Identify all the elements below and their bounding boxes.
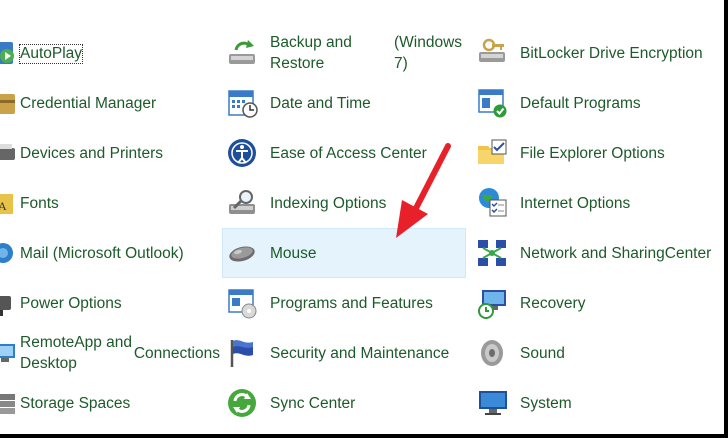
system-icon [479,391,507,415]
item-label: Security and Maintenance [270,344,450,362]
item-label: Devices and Printers [20,144,164,162]
focus-rectangle [19,44,83,64]
power-options-icon [0,296,11,316]
item-label: Credential Manager [20,94,157,112]
fonts-icon: A [0,194,13,214]
remoteapp-icon [0,344,15,362]
credential-manager-icon [0,94,15,114]
autoplay-icon [0,42,14,64]
item-label: Internet Options [520,194,631,212]
item-label: RemoteApp and Desktop Connections [20,334,220,372]
item-label: Programs and Features [270,294,433,312]
internet-options-icon [479,188,507,217]
item-label: Date and Time [270,94,371,112]
item-label: Fonts [20,194,59,212]
item-label: Recovery [520,294,586,312]
ease-of-access-icon [228,139,256,167]
backup-restore-icon [229,40,255,64]
mail-icon [0,243,13,263]
item-label: Backup and Restore (Windows 7) [270,34,463,72]
mouse-icon [229,246,255,262]
devices-printers-icon [0,144,15,160]
bitlocker-icon [479,38,505,62]
item-label: Storage Spaces [20,394,131,412]
network-sharing-icon [478,240,506,266]
default-programs-icon [478,89,507,118]
recovery-icon [478,290,506,319]
item-label: File Explorer Options [520,144,665,162]
item-label: Default Programs [520,94,641,112]
date-time-icon [228,90,258,118]
indexing-options-icon [229,190,255,214]
sound-icon [481,340,503,366]
item-label: Power Options [20,294,122,312]
file-explorer-options-icon [478,139,507,164]
item-label: BitLocker Drive Encryption [520,44,703,62]
svg-text:A: A [0,199,7,213]
item-label: System [520,394,572,412]
item-label: Sound [520,344,565,362]
sync-center-icon [228,389,256,417]
item-label: Mail (Microsoft Outlook) [20,244,184,262]
red-arrow-annotation [396,143,451,238]
programs-features-icon [228,289,257,319]
item-label: Sync Center [270,394,356,412]
storage-spaces-icon [0,394,15,414]
security-maintenance-icon [230,340,253,367]
item-label: Network and Sharing Center [520,244,712,262]
